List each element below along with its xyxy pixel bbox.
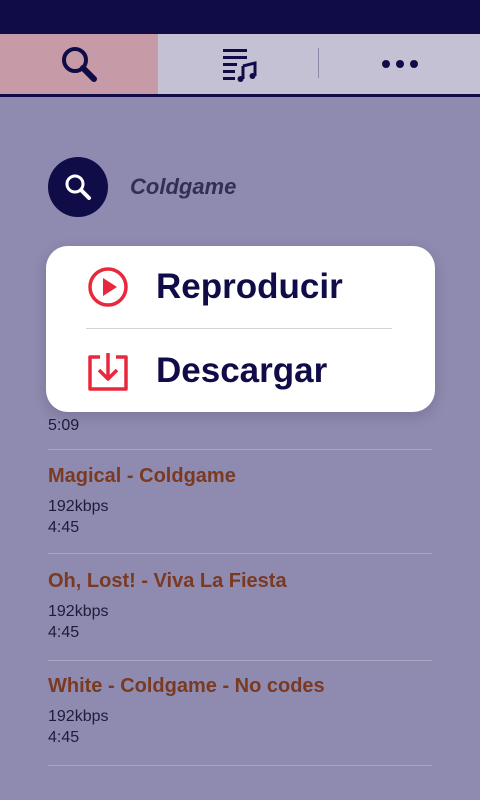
search-icon xyxy=(65,174,91,200)
list-item[interactable]: Magical - Coldgame 192kbps 4:45 xyxy=(48,450,432,554)
search-row: Coldgame xyxy=(48,157,236,217)
item-title: Magical - Coldgame xyxy=(48,465,236,487)
search-query[interactable]: Coldgame xyxy=(130,174,236,200)
download-label: Descargar xyxy=(156,351,328,390)
status-bar xyxy=(0,0,480,34)
download-icon xyxy=(88,353,128,391)
action-menu: Reproducir Descargar xyxy=(46,246,435,412)
download-option[interactable]: Descargar xyxy=(46,330,435,412)
more-icon xyxy=(382,60,418,68)
item-duration: 4:45 xyxy=(48,624,80,641)
item-duration: 4:45 xyxy=(48,519,80,536)
results-panel: Coldgame 5:09 Magical - Coldgame 192kbps… xyxy=(0,97,480,800)
menu-divider xyxy=(86,328,392,329)
item-bitrate: 192kbps xyxy=(48,708,109,725)
tab-more[interactable] xyxy=(320,34,480,94)
item-title: White - Coldgame - No codes xyxy=(48,675,325,697)
playlist-icon xyxy=(223,49,257,82)
item-duration: 4:45 xyxy=(48,729,80,746)
tab-divider xyxy=(318,48,319,78)
item-bitrate: 192kbps xyxy=(48,603,109,620)
list-item[interactable]: Oh, Lost! - Viva La Fiesta 192kbps 4:45 xyxy=(48,554,432,661)
play-label: Reproducir xyxy=(156,267,343,306)
item-title: Oh, Lost! - Viva La Fiesta xyxy=(48,570,287,592)
play-icon xyxy=(88,267,128,307)
item-bitrate: 192kbps xyxy=(48,498,109,515)
item-duration: 5:09 xyxy=(48,417,80,434)
tab-playlist[interactable] xyxy=(158,34,320,94)
play-option[interactable]: Reproducir xyxy=(46,246,435,328)
tab-bar xyxy=(0,34,480,97)
list-item[interactable]: White - Coldgame - No codes 192kbps 4:45 xyxy=(48,661,432,766)
tab-search[interactable] xyxy=(0,34,158,94)
search-icon xyxy=(62,47,97,82)
search-button[interactable] xyxy=(48,157,108,217)
